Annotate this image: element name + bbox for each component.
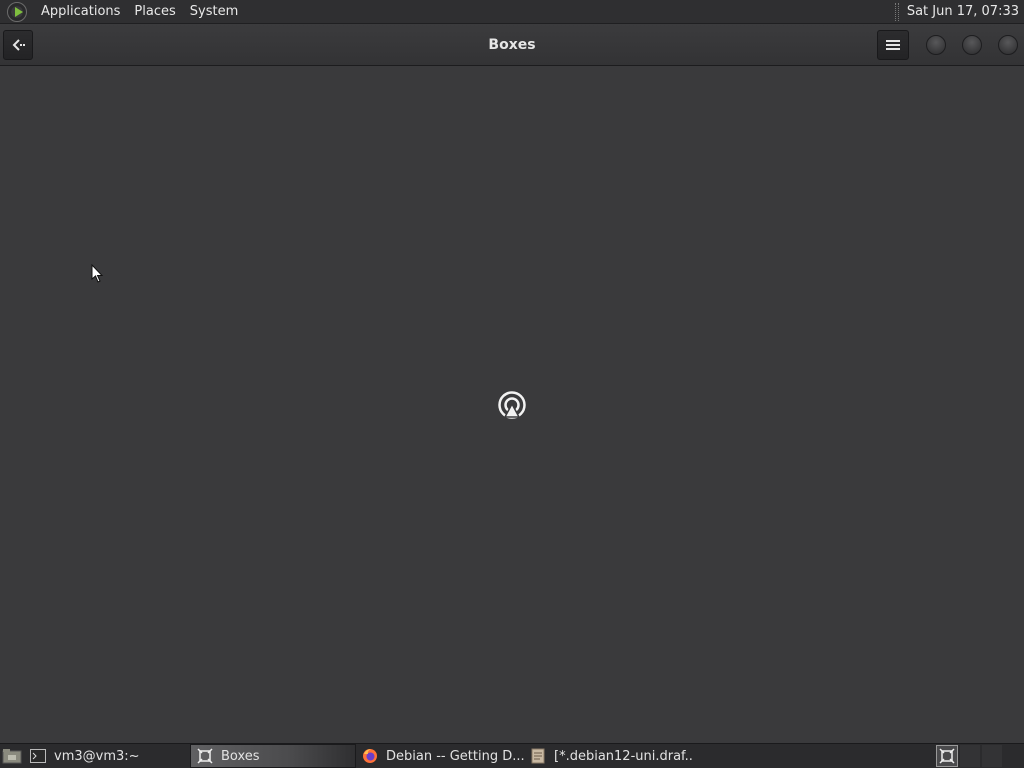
header-bar: Boxes bbox=[0, 24, 1024, 66]
workspace-3[interactable] bbox=[982, 745, 1002, 767]
minimize-button[interactable] bbox=[926, 35, 946, 55]
terminal-icon bbox=[30, 748, 46, 764]
panel-drag-handle[interactable] bbox=[894, 2, 899, 21]
taskbar: vm3@vm3:~ Boxes Debian -- Getting D... [… bbox=[0, 743, 1024, 768]
taskbar-item-label: Boxes bbox=[221, 748, 260, 764]
remote-display-icon bbox=[498, 391, 526, 419]
boxes-icon bbox=[197, 748, 213, 764]
hamburger-menu-icon bbox=[886, 40, 900, 50]
firefox-icon bbox=[362, 748, 378, 764]
back-arrow-icon bbox=[12, 39, 25, 51]
show-desktop-button[interactable] bbox=[0, 744, 24, 768]
workspace-2[interactable] bbox=[960, 745, 980, 767]
maximize-button[interactable] bbox=[962, 35, 982, 55]
back-button[interactable] bbox=[3, 30, 33, 60]
applications-menu[interactable]: Applications bbox=[34, 0, 127, 24]
taskbar-item-label: Debian -- Getting D... bbox=[386, 748, 524, 764]
boxes-window-thumbnail-icon bbox=[939, 748, 955, 764]
taskbar-item-firefox[interactable]: Debian -- Getting D... bbox=[356, 744, 524, 768]
mouse-pointer-icon bbox=[91, 264, 104, 283]
places-menu[interactable]: Places bbox=[127, 0, 182, 24]
show-desktop-icon bbox=[2, 749, 22, 764]
top-panel: Applications Places System Sat Jun 17, 0… bbox=[0, 0, 1024, 24]
boxes-content-area[interactable] bbox=[0, 67, 1024, 743]
window-title: Boxes bbox=[488, 36, 536, 53]
workspace-1[interactable] bbox=[936, 745, 958, 767]
taskbar-item-terminal[interactable]: vm3@vm3:~ bbox=[24, 744, 190, 768]
main-menu-button[interactable] bbox=[877, 30, 909, 60]
debian-menu-logo-icon[interactable] bbox=[7, 1, 27, 22]
close-button[interactable] bbox=[998, 35, 1018, 55]
taskbar-item-boxes[interactable]: Boxes bbox=[190, 744, 356, 768]
system-menu[interactable]: System bbox=[183, 0, 245, 24]
taskbar-item-label: vm3@vm3:~ bbox=[54, 748, 140, 764]
text-editor-icon bbox=[530, 748, 546, 764]
clock[interactable]: Sat Jun 17, 07:33 bbox=[907, 4, 1024, 19]
taskbar-item-text-editor[interactable]: [*.debian12-uni.draf... bbox=[524, 744, 692, 768]
taskbar-item-label: [*.debian12-uni.draf... bbox=[554, 748, 692, 764]
